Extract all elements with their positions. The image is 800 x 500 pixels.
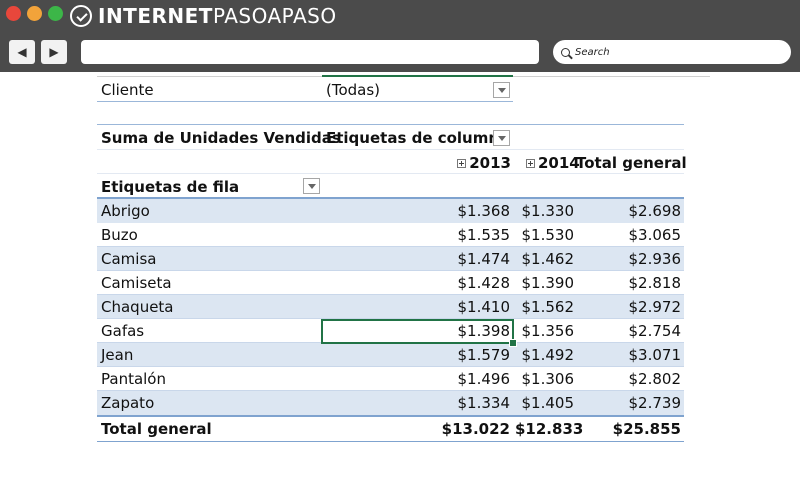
filter-row-divider: [97, 101, 513, 102]
cell-2013[interactable]: $1.579: [420, 343, 511, 367]
cell-total[interactable]: $2.754: [580, 319, 682, 343]
cell-2013[interactable]: $1.535: [420, 223, 511, 247]
brand-logo-icon: [70, 5, 92, 27]
cell-2014[interactable]: $1.530: [515, 223, 575, 247]
cell-total[interactable]: $2.698: [580, 199, 682, 223]
row-divider: [97, 270, 684, 271]
back-arrow-icon: ◀: [17, 45, 27, 59]
row-label[interactable]: Chaqueta: [101, 295, 174, 319]
row-label[interactable]: Pantalón: [101, 367, 166, 391]
back-button[interactable]: ◀: [9, 40, 35, 64]
forward-button[interactable]: ▶: [41, 40, 67, 64]
cell-2013[interactable]: $1.496: [420, 367, 511, 391]
row-divider: [97, 246, 684, 247]
grand-total-label: Total general: [101, 420, 212, 438]
row-labels-header: Etiquetas de fila: [101, 178, 240, 196]
cell-2014[interactable]: $1.562: [515, 295, 575, 319]
filter-label: Cliente: [101, 81, 154, 99]
cell-2013[interactable]: $1.368: [420, 199, 511, 223]
column-labels-header: Etiquetas de columna: [326, 129, 510, 147]
search-icon: [561, 47, 570, 57]
minimize-window-icon[interactable]: [27, 6, 42, 21]
row-label[interactable]: Jean: [101, 343, 133, 367]
filter-dropdown-button[interactable]: [493, 82, 510, 98]
brand-name: INTERNETPASOAPASO: [98, 4, 337, 28]
forward-arrow-icon: ▶: [49, 45, 59, 59]
row-label[interactable]: Camisa: [101, 247, 156, 271]
year-2014-header[interactable]: 2014: [526, 151, 580, 175]
expand-2013-icon[interactable]: [457, 159, 467, 168]
cell-total[interactable]: $2.739: [580, 391, 682, 415]
header-row-divider-2: [97, 173, 684, 174]
row-label[interactable]: Gafas: [101, 319, 144, 343]
search-placeholder: Search: [575, 46, 610, 58]
cell-total[interactable]: $2.818: [580, 271, 682, 295]
year-2013-header[interactable]: 2013: [440, 151, 511, 175]
cell-total[interactable]: $3.065: [580, 223, 682, 247]
header-top-rule: [97, 124, 684, 125]
cell-total[interactable]: $2.936: [580, 247, 682, 271]
row-divider: [97, 366, 684, 367]
cell-2014[interactable]: $1.492: [515, 343, 575, 367]
cell-2013[interactable]: $1.474: [420, 247, 511, 271]
cell-2014[interactable]: $1.330: [515, 199, 575, 223]
maximize-window-icon[interactable]: [48, 6, 63, 21]
cell-total[interactable]: $3.071: [580, 343, 682, 367]
row-divider: [97, 390, 684, 391]
expand-2014-icon[interactable]: [526, 159, 535, 168]
values-label: Suma de Unidades Vendidas: [101, 129, 341, 147]
cell-2013[interactable]: $1.334: [420, 391, 511, 415]
cell-2014[interactable]: $1.462: [515, 247, 575, 271]
active-cell-selection[interactable]: [321, 319, 514, 344]
fill-handle[interactable]: [509, 339, 517, 347]
cell-2013[interactable]: $1.410: [420, 295, 511, 319]
cell-2014[interactable]: $1.356: [515, 319, 575, 343]
cell-total[interactable]: $2.802: [580, 367, 682, 391]
brand-name-part1: INTERNET: [98, 4, 213, 28]
close-window-icon[interactable]: [6, 6, 21, 21]
grand-total-overall[interactable]: $25.855: [580, 417, 681, 441]
grand-total-bottom-rule: [97, 441, 684, 442]
cell-2014[interactable]: $1.306: [515, 367, 575, 391]
browser-titlebar: INTERNETPASOAPASO: [0, 0, 800, 32]
browser-navbar: ◀ ▶ Search: [0, 32, 800, 72]
cell-total[interactable]: $2.972: [580, 295, 682, 319]
grand-total-header: Total general: [576, 154, 687, 172]
row-label[interactable]: Abrigo: [101, 199, 150, 223]
row-labels-dropdown-button[interactable]: [303, 178, 320, 194]
filter-cell-top-border: [322, 75, 513, 77]
search-box[interactable]: Search: [553, 40, 791, 64]
cell-2013[interactable]: $1.428: [420, 271, 511, 295]
cell-2014[interactable]: $1.390: [515, 271, 575, 295]
row-label[interactable]: Camiseta: [101, 271, 172, 295]
site-brand: INTERNETPASOAPASO: [70, 3, 337, 29]
year-2013-label: 2013: [469, 154, 511, 172]
grand-total-2014[interactable]: $12.833: [515, 417, 583, 441]
grand-total-2013[interactable]: $13.022: [420, 417, 510, 441]
header-row-divider: [97, 149, 684, 150]
year-2014-label: 2014: [538, 154, 580, 172]
column-labels-dropdown-button[interactable]: [493, 130, 510, 146]
filter-value: (Todas): [326, 81, 381, 99]
row-label[interactable]: Zapato: [101, 391, 154, 415]
row-label[interactable]: Buzo: [101, 223, 138, 247]
address-bar[interactable]: [81, 40, 539, 64]
cell-2014[interactable]: $1.405: [515, 391, 575, 415]
brand-name-part2: PASOAPASO: [212, 4, 337, 28]
pivot-table: Cliente (Todas) Suma de Unidades Vendida…: [0, 0, 800, 500]
row-divider: [97, 294, 684, 295]
